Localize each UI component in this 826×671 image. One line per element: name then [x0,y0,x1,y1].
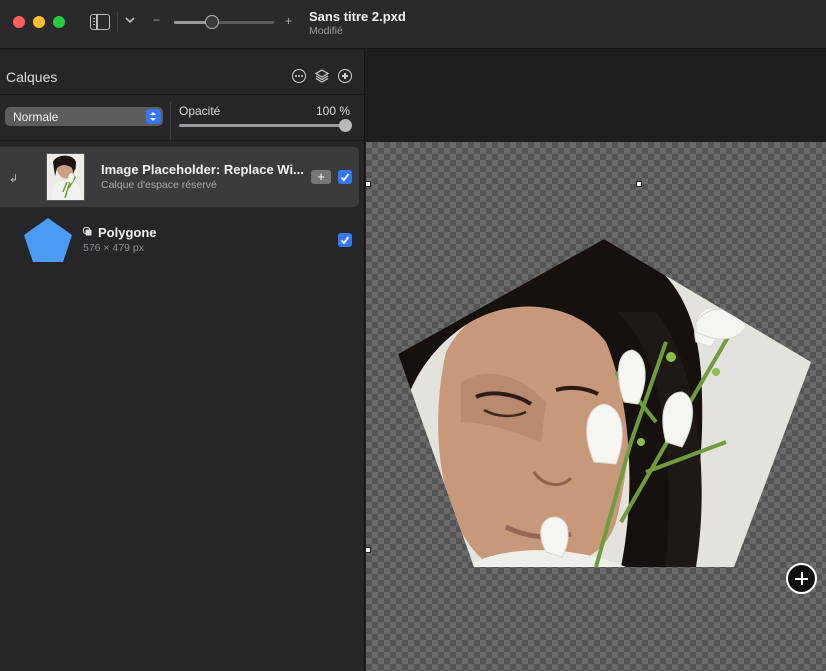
selection-handle[interactable] [365,181,371,187]
document-status: Modifié [309,25,343,37]
zoom-in-button[interactable]: + [285,14,292,28]
minimize-window-button[interactable] [33,16,45,28]
layer-row-image-placeholder[interactable]: ↲ Image Placeholder: Replace Wi... Calqu… [0,147,359,207]
clipping-mask-icon: ↲ [9,173,19,185]
linked-mask-icon [83,227,92,236]
selection-handle[interactable] [365,547,371,553]
select-arrows-icon [146,109,161,124]
layer-thumbnail [46,153,85,201]
layer-subtitle: 576 × 479 px [83,242,145,254]
blend-mode-value: Normale [13,110,59,124]
layer-name: Image Placeholder: Replace Wi... [101,162,304,177]
polygon-thumbnail [24,218,72,262]
zoom-slider-knob[interactable] [205,15,219,29]
visibility-checkbox[interactable] [338,170,352,184]
checkmark-icon [340,236,350,245]
blend-mode-select[interactable]: Normale [5,107,163,126]
polygon-image-artwork[interactable] [366,142,826,671]
layer-name: Polygone [98,225,157,240]
panel-divider [0,140,365,141]
opacity-slider-knob[interactable] [338,118,352,132]
zoom-slider[interactable] [174,15,274,29]
controls-divider [170,102,171,140]
opacity-value[interactable]: 100 % [316,104,350,118]
more-options-icon[interactable] [292,69,306,83]
layer-subtitle: Calque d'espace réservé [101,179,217,191]
replace-image-button[interactable]: + [311,170,331,184]
add-image-circle-button[interactable] [786,563,817,594]
document-canvas[interactable] [366,142,826,671]
checkmark-icon [340,173,350,182]
panel-title: Calques [6,69,58,85]
chevron-down-icon[interactable] [122,12,138,28]
add-layer-icon[interactable] [338,69,352,83]
close-window-button[interactable] [13,16,25,28]
document-title: Sans titre 2.pxd [309,9,406,24]
maximize-window-button[interactable] [53,16,65,28]
toolbar-divider [117,12,118,32]
visibility-checkbox[interactable] [338,233,352,247]
opacity-slider-fill [179,124,345,127]
layers-stack-icon[interactable] [315,69,329,83]
canvas-top-area [366,50,826,142]
sidebar-toggle-icon[interactable] [90,14,110,30]
selection-handle[interactable] [636,181,642,187]
panel-divider [0,94,365,95]
layer-row-polygon[interactable]: Polygone 576 × 479 px [0,210,359,270]
opacity-slider[interactable] [179,118,352,132]
title-bar: − + Sans titre 2.pxd Modifié [0,0,826,49]
layers-panel: Calques Normale Opacité 100 % ↲ Image Pl… [0,50,365,671]
opacity-label: Opacité [179,104,221,118]
zoom-out-button[interactable]: − [153,13,160,27]
